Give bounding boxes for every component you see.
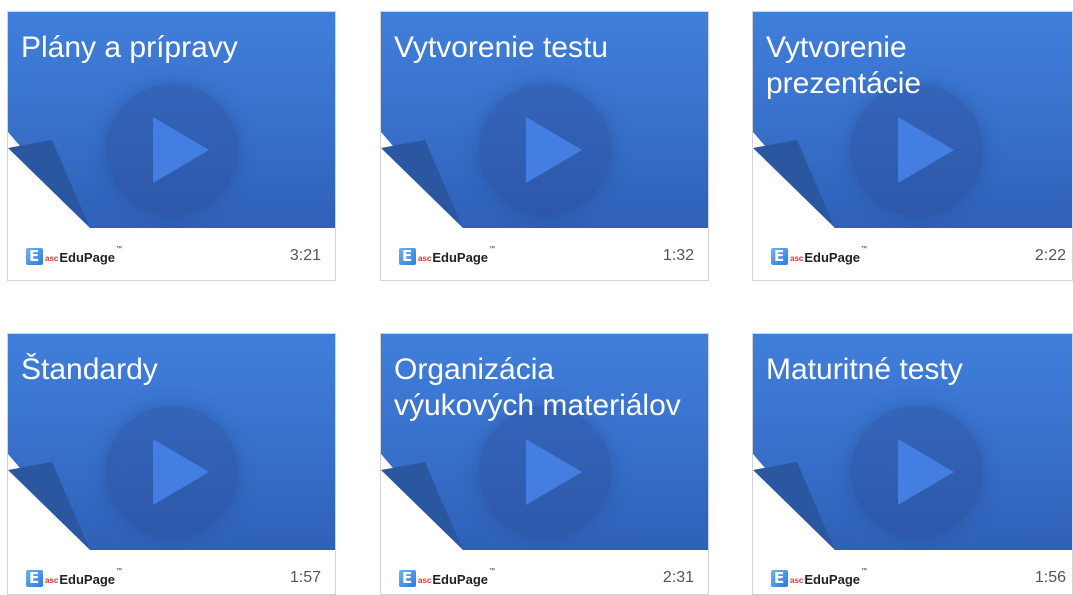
video-footer: asc EduPage ™ 2:22: [753, 228, 1072, 280]
video-card[interactable]: Maturitné testy asc EduPage ™ 1:56: [752, 333, 1073, 595]
video-thumbnail[interactable]: Štandardy: [8, 334, 335, 550]
edupage-logo: asc EduPage ™: [771, 567, 867, 587]
video-duration: 2:31: [662, 569, 694, 586]
video-duration: 1:56: [1034, 569, 1066, 586]
video-duration: 3:21: [289, 247, 321, 264]
video-title: Maturitné testy: [766, 353, 963, 386]
video-duration: 1:57: [289, 569, 321, 586]
edupage-logo-icon: [26, 570, 43, 587]
video-card[interactable]: Plány a prípravy asc EduPage ™ 3:21: [7, 11, 336, 281]
video-footer: asc EduPage ™ 2:31: [381, 550, 708, 594]
video-thumbnail[interactable]: Vytvorenie prezentácie: [753, 12, 1072, 228]
video-card[interactable]: Štandardy asc EduPage ™ 1:57: [7, 333, 336, 595]
video-title: Štandardy: [21, 353, 158, 386]
edupage-logo-icon: [399, 248, 416, 265]
video-card[interactable]: Organizácia výukových materiálov asc Edu…: [380, 333, 709, 595]
video-title: Vytvorenie prezentácie: [766, 31, 922, 100]
edupage-logo-icon: [26, 248, 43, 265]
video-thumbnail[interactable]: Maturitné testy: [753, 334, 1072, 550]
edupage-logo: asc EduPage ™: [399, 245, 495, 265]
video-footer: asc EduPage ™ 1:57: [8, 550, 335, 594]
video-duration: 1:32: [662, 247, 694, 264]
video-thumbnail[interactable]: Organizácia výukových materiálov: [381, 334, 708, 550]
video-title: Plány a prípravy: [21, 31, 238, 64]
edupage-logo: asc EduPage ™: [771, 245, 867, 265]
video-footer: asc EduPage ™ 1:56: [753, 550, 1072, 594]
edupage-logo: asc EduPage ™: [399, 567, 495, 587]
video-footer: asc EduPage ™ 1:32: [381, 228, 708, 280]
video-thumbnail[interactable]: Plány a prípravy: [8, 12, 335, 228]
edupage-logo: asc EduPage ™: [26, 567, 122, 587]
edupage-logo-icon: [771, 248, 788, 265]
video-footer: asc EduPage ™ 3:21: [8, 228, 335, 280]
video-duration: 2:22: [1034, 247, 1066, 264]
video-card[interactable]: Vytvorenie testu asc EduPage ™ 1:32: [380, 11, 709, 281]
video-grid: Plány a prípravy asc EduPage ™ 3:21 Vytv…: [0, 0, 1073, 595]
edupage-logo-icon: [399, 570, 416, 587]
video-thumbnail[interactable]: Vytvorenie testu: [381, 12, 708, 228]
video-title: Organizácia výukových materiálov: [394, 353, 681, 422]
video-title: Vytvorenie testu: [394, 31, 608, 64]
edupage-logo-icon: [771, 570, 788, 587]
edupage-logo: asc EduPage ™: [26, 245, 122, 265]
video-card[interactable]: Vytvorenie prezentácie asc EduPage ™ 2:2…: [752, 11, 1073, 281]
